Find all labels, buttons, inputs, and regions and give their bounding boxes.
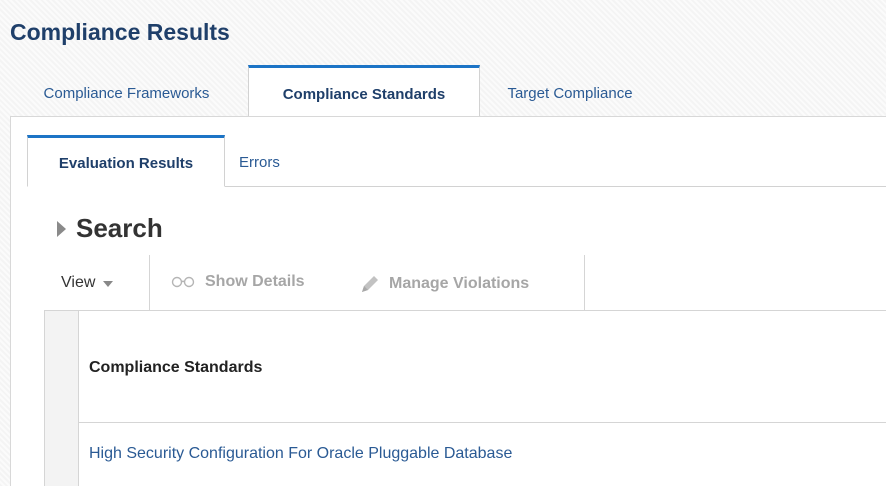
column-header-compliance-standards[interactable]: Compliance Standards xyxy=(79,311,886,423)
glasses-icon xyxy=(171,276,195,288)
tab-panel: Evaluation Results Errors Search View Sh… xyxy=(10,116,886,486)
view-menu-button[interactable]: View xyxy=(61,274,114,292)
tab-target-compliance[interactable]: Target Compliance xyxy=(480,65,660,117)
tab-compliance-standards[interactable]: Compliance Standards xyxy=(248,65,480,117)
search-section-toggle[interactable]: Search xyxy=(57,213,163,244)
tab-compliance-frameworks[interactable]: Compliance Frameworks xyxy=(10,65,243,117)
compliance-standard-link[interactable]: High Security Configuration For Oracle P… xyxy=(89,445,512,463)
column-header-label: Compliance Standards xyxy=(89,359,263,376)
subtab-errors[interactable]: Errors xyxy=(239,135,299,187)
manage-violations-label: Manage Violations xyxy=(389,275,530,292)
table-row[interactable]: High Security Configuration For Oracle P… xyxy=(79,423,886,486)
table-toolbar: View Show Details Manage Violations xyxy=(45,255,585,311)
expand-triangle-icon[interactable] xyxy=(57,220,66,237)
toolbar-divider xyxy=(149,255,150,311)
subtab-evaluation-results[interactable]: Evaluation Results xyxy=(27,135,225,187)
compliance-standards-table: Compliance Standards High Security Confi… xyxy=(44,310,886,486)
page-title: Compliance Results xyxy=(10,19,230,45)
pencil-icon xyxy=(362,276,378,292)
view-menu-label: View xyxy=(61,274,96,291)
row-selector-column xyxy=(45,311,79,486)
show-details-button[interactable]: Show Details xyxy=(171,273,305,291)
chevron-down-icon xyxy=(103,281,114,287)
manage-violations-button[interactable]: Manage Violations xyxy=(359,273,529,295)
search-heading: Search xyxy=(76,213,163,243)
show-details-label: Show Details xyxy=(205,273,305,290)
main-tabs: Compliance Frameworks Compliance Standar… xyxy=(10,65,886,117)
